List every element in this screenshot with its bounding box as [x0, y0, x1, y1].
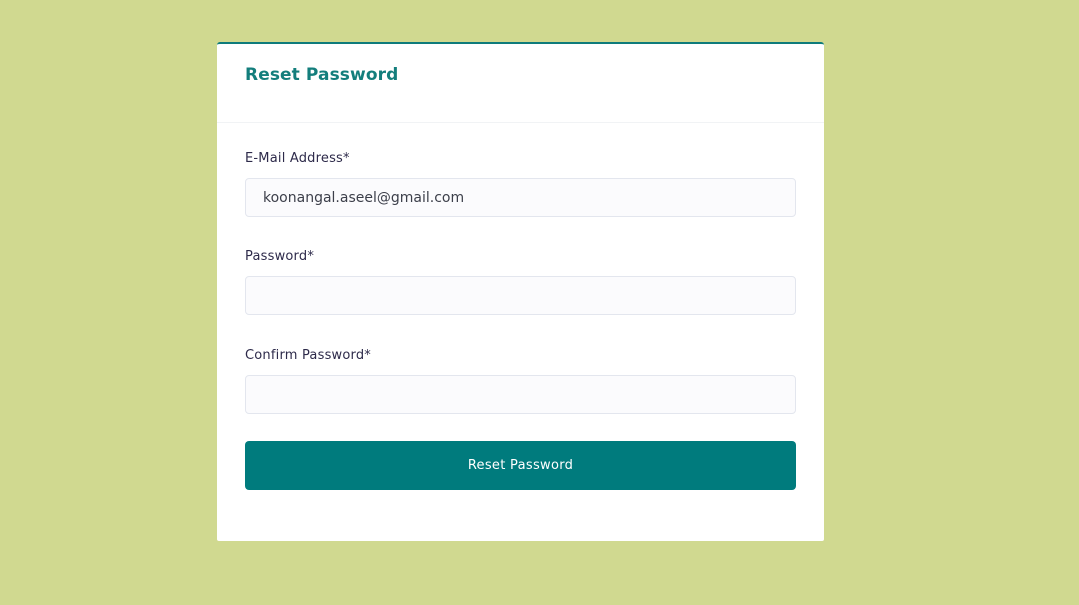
email-field[interactable]: [245, 178, 796, 217]
confirm-password-label: Confirm Password*: [245, 348, 371, 363]
email-field-group: E-Mail Address*: [245, 151, 796, 217]
page-title: Reset Password: [245, 65, 399, 85]
password-field[interactable]: [245, 276, 796, 315]
card-header: Reset Password: [217, 44, 824, 123]
confirm-password-field[interactable]: [245, 375, 796, 414]
password-label: Password*: [245, 249, 315, 264]
reset-password-button[interactable]: Reset Password: [245, 441, 796, 490]
email-label: E-Mail Address*: [245, 151, 350, 166]
confirm-password-field-group: Confirm Password*: [245, 348, 796, 414]
password-field-group: Password*: [245, 249, 796, 315]
reset-password-card: Reset Password E-Mail Address* Password*…: [217, 42, 824, 541]
